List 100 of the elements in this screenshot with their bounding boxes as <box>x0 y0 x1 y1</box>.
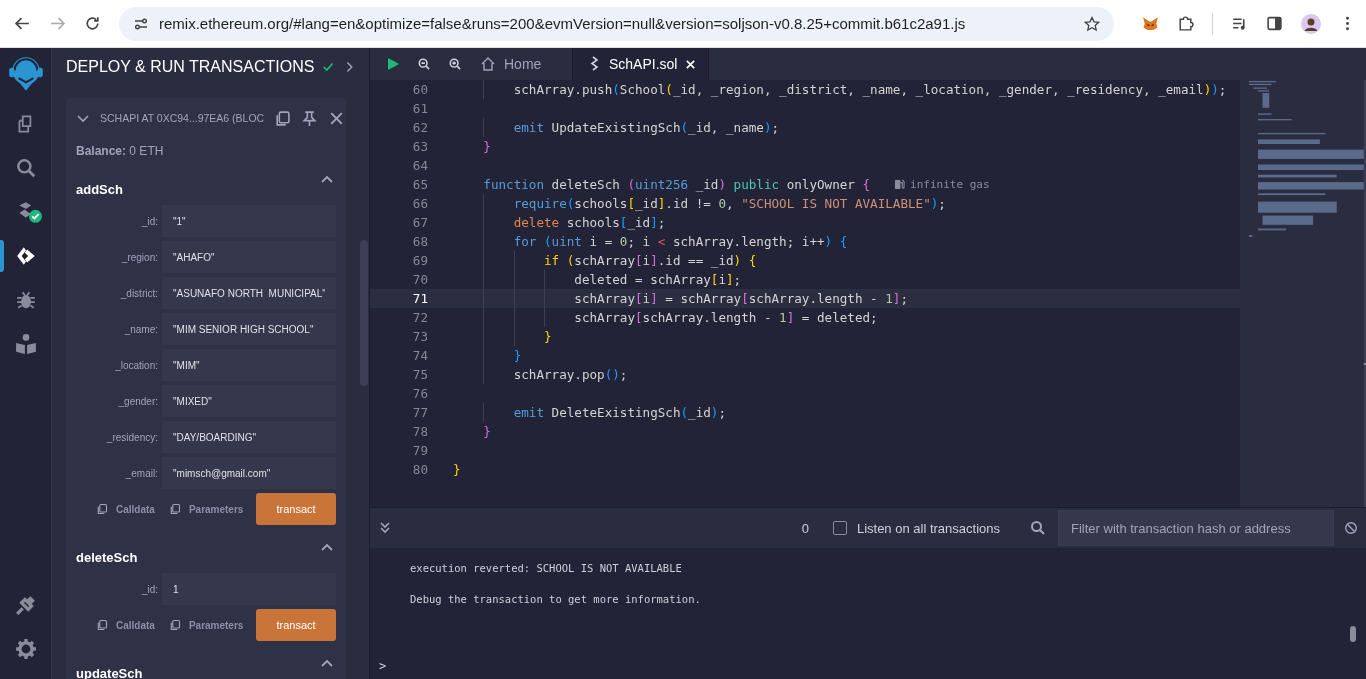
line-number: 60 <box>411 82 428 97</box>
avatar-icon[interactable] <box>1301 13 1321 34</box>
balance-text: Balance: 0 ETH <box>76 143 165 160</box>
parameter-field[interactable]: "MIM" <box>162 349 336 381</box>
line-number: 77 <box>411 405 428 420</box>
line-number: 65 <box>411 177 428 192</box>
plug-icon[interactable] <box>14 594 37 616</box>
line-number: 68 <box>411 234 428 249</box>
star-icon[interactable] <box>1084 15 1100 32</box>
parameters-link[interactable]: Parameters <box>168 503 244 515</box>
settings-icon[interactable] <box>14 638 37 660</box>
code-line: schArray[i] = schArray[schArray.length - 1]; <box>573 291 909 306</box>
code-line: } <box>512 348 522 363</box>
parameter-field[interactable]: "1" <box>162 205 336 237</box>
scrollbar-thumb[interactable] <box>1350 626 1356 642</box>
side-panel-icon[interactable] <box>1266 15 1283 32</box>
search-icon[interactable] <box>14 157 37 179</box>
code-line: } <box>482 424 491 439</box>
parameter-field[interactable]: "AHAFO" <box>162 241 336 273</box>
home-icon <box>480 56 496 72</box>
pin-icon[interactable] <box>301 109 319 127</box>
line-number: 79 <box>411 443 428 458</box>
collapse-icon[interactable] <box>378 521 392 535</box>
calldata-link[interactable]: Calldata <box>96 619 155 631</box>
parameter-field[interactable]: "DAY/BOARDING" <box>162 421 336 453</box>
instance-title[interactable]: SCHAPI AT 0XC94...97EA6 (BLOC <box>100 112 265 124</box>
parameter-label: _name: <box>123 323 158 335</box>
code-line: if (schArray[i].id == _id) { <box>543 253 757 268</box>
line-number: 69 <box>411 253 428 268</box>
fox-extension-icon[interactable] <box>1142 15 1159 32</box>
search-icon[interactable] <box>1030 520 1046 536</box>
line-number: 66 <box>411 196 428 211</box>
parameter-field[interactable]: 1 <box>162 573 336 605</box>
line-number: 76 <box>411 386 428 401</box>
minimap-drawing[interactable] <box>1240 80 1366 507</box>
line-number: 61 <box>411 101 428 116</box>
parameter-field[interactable]: "ASUNAFO NORTH MUNICIPAL" <box>162 277 336 309</box>
parameter-label: _region: <box>120 251 158 263</box>
panel-title: DEPLOY & RUN TRANSACTIONS <box>66 58 315 76</box>
line-number: 67 <box>411 215 428 230</box>
parameter-label: _location: <box>114 359 158 371</box>
line-number: 71 <box>411 291 428 306</box>
line-number: 64 <box>411 158 428 173</box>
function-name: addSch <box>76 181 123 197</box>
gas-hint: infinite gas <box>894 178 990 191</box>
parameter-label: _email: <box>124 467 158 479</box>
code-line: emit DeleteExistingSch(_id); <box>512 405 726 420</box>
editor-tab[interactable]: SchAPI.sol <box>573 48 710 80</box>
address-bar[interactable]: remix.ethereum.org/#lang=en&optimize=false&runs=200&evmVersion=null&version=soljson-v0.8.25+commit.b61c2a91.js <box>119 6 1114 41</box>
filter-field[interactable]: Filter with transaction hash or address <box>1058 510 1334 546</box>
bug-icon[interactable] <box>14 289 37 311</box>
code-line: schArray[schArray.length - 1] = deleted; <box>573 310 878 325</box>
parameter-field[interactable]: "mimsch@gmail.com" <box>162 457 336 489</box>
play-icon[interactable] <box>386 57 400 71</box>
code-line: schArray.pop(); <box>512 367 628 382</box>
line-number: 74 <box>411 348 428 363</box>
clear-icon[interactable] <box>1344 521 1358 535</box>
copy-icon <box>168 503 181 515</box>
code-line: } <box>482 139 491 154</box>
line-number: 72 <box>411 310 428 325</box>
line-number: 63 <box>411 139 428 154</box>
listen-label[interactable]: Listen on all transactions <box>856 520 1000 536</box>
line-number: 62 <box>411 120 428 135</box>
code-line: delete schools[_id]; <box>512 215 666 230</box>
parameter-field[interactable]: "MIXED" <box>162 385 336 417</box>
code-line: } <box>543 329 552 344</box>
line-number: 78 <box>411 424 428 439</box>
code-line: emit UpdateExistingSch(_id, _name); <box>512 120 780 135</box>
copy-icon <box>96 503 108 515</box>
copy-icon[interactable] <box>274 109 292 127</box>
reload-icon[interactable] <box>84 15 101 32</box>
function-name: deleteSch <box>76 549 138 565</box>
line-number: 75 <box>411 367 428 382</box>
check-icon <box>322 60 335 74</box>
back-icon[interactable] <box>14 15 31 32</box>
code-line: } <box>453 462 461 477</box>
listen-checkbox[interactable] <box>832 521 847 535</box>
zoom-in-icon[interactable] <box>449 58 461 70</box>
media-control-icon[interactable] <box>1231 15 1248 32</box>
parameter-label: _id: <box>140 583 158 595</box>
copy-icon <box>96 619 108 631</box>
terminal-prompt[interactable]: > <box>379 659 387 673</box>
scrollbar-thumb[interactable] <box>360 240 368 386</box>
parameter-field[interactable]: "MIM SENIOR HIGH SCHOOL" <box>162 313 336 345</box>
terminal-message: Debug the transaction to get more information. <box>410 593 702 605</box>
zoom-out-icon[interactable] <box>418 58 430 70</box>
line-number: 80 <box>411 462 428 477</box>
parameter-label: _district: <box>119 287 158 299</box>
close-icon[interactable] <box>685 58 697 70</box>
gas-pump-icon <box>894 179 906 190</box>
parameter-label: _gender: <box>117 395 158 407</box>
transaction-count: 0 <box>801 520 809 536</box>
book-reader-icon[interactable] <box>14 333 37 355</box>
code-line: deleted = schArray[i]; <box>573 272 742 287</box>
line-number: 73 <box>411 329 428 344</box>
puzzle-icon[interactable] <box>1177 15 1194 32</box>
code-line: for (uint i = 0; i < schArray.length; i++) { <box>512 234 848 249</box>
code-line: require(schools[_id].id != 0, "SCHOOL IS NOT AVAILABLE"); <box>512 196 946 211</box>
parameters-link[interactable]: Parameters <box>168 619 244 631</box>
calldata-link[interactable]: Calldata <box>96 503 155 515</box>
